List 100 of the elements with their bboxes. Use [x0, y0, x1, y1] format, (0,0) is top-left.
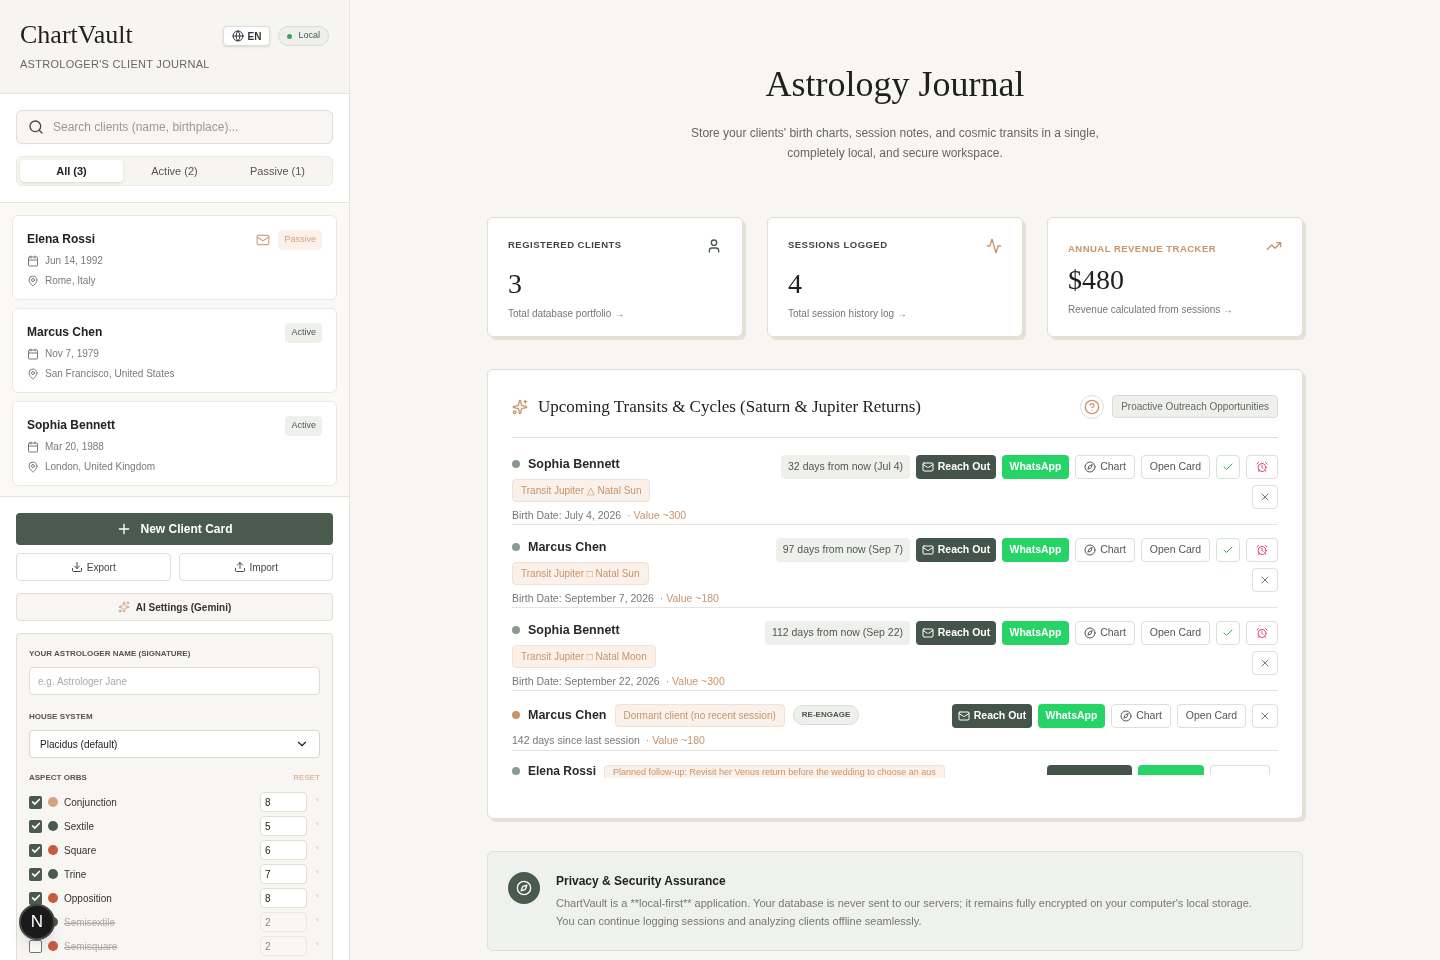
countdown-pill: 97 days from now (Sep 7) — [775, 537, 910, 562]
filter-tab[interactable]: All (3) — [20, 160, 123, 182]
stat-caption: Revenue calculated from sessions → — [1068, 303, 1235, 318]
reach-out-button[interactable]: Reach Out — [916, 620, 996, 645]
open-card-button[interactable]: Open Card — [1177, 703, 1246, 728]
compass-icon — [508, 872, 540, 904]
clipped-button[interactable] — [1138, 764, 1204, 775]
transit-tag: Transit Jupiter □ Natal Moon — [512, 645, 656, 669]
reach-out-button[interactable]: Reach Out — [916, 537, 996, 562]
birth-date: Mar 20, 1988 — [45, 440, 104, 454]
alarm-button[interactable] — [1246, 454, 1278, 479]
stat-value: $480 — [1068, 266, 1125, 295]
house-system-select[interactable]: Placidus (default) — [29, 730, 320, 758]
compass-icon — [1084, 460, 1097, 473]
upload-icon — [233, 561, 246, 573]
filter-tab[interactable]: Active (2) — [123, 160, 226, 182]
storage-badge: Local — [278, 26, 329, 46]
client-card[interactable]: Marcus Chen Nov 7, 1979 San Francisco, United States Active — [12, 308, 337, 393]
search-field[interactable]: Search clients (name, birthplace)... — [16, 110, 333, 144]
aspect-name: Conjunction — [64, 795, 118, 810]
detail-text: Birth Date: September 22, 2026 — [512, 674, 660, 690]
orb-field[interactable]: 5 — [260, 816, 307, 836]
client-name: Elena Rossi — [528, 764, 597, 778]
open-card-button[interactable]: Open Card — [1141, 454, 1210, 479]
orb-checkbox[interactable] — [29, 795, 42, 809]
app-logo: ChartVault — [20, 22, 134, 48]
open-card-button[interactable]: Open Card — [1141, 537, 1210, 562]
birth-date: Jun 14, 1992 — [45, 254, 103, 268]
field-label: ASPECT ORBS — [29, 772, 87, 784]
countdown-pill: 112 days from now (Sep 22) — [764, 620, 910, 645]
orb-field[interactable]: 8 — [260, 888, 307, 908]
stat-caption: Total session history log → — [788, 307, 908, 321]
orb-field[interactable]: 6 — [260, 840, 307, 860]
globe-icon — [231, 30, 244, 42]
search-icon — [28, 119, 44, 135]
compass-icon — [1084, 543, 1097, 556]
alarm-clock-icon — [1256, 626, 1268, 639]
detail-text: Birth Date: September 7, 2026 — [512, 591, 654, 607]
chart-button[interactable]: Chart — [1075, 620, 1135, 645]
export-button[interactable]: Export — [16, 553, 171, 581]
status-badge: Active — [285, 323, 322, 343]
field-label: HOUSE SYSTEM — [29, 711, 94, 723]
compass-icon — [1084, 626, 1097, 639]
chart-button[interactable]: Chart — [1111, 703, 1171, 728]
aspect-name: Semisextile — [64, 915, 117, 930]
clipped-button[interactable] — [1210, 764, 1270, 775]
alarm-button[interactable] — [1246, 620, 1278, 645]
client-card[interactable]: Sophia Bennett Mar 20, 1988 London, United Kingdom Active — [12, 401, 337, 486]
language-button[interactable]: EN — [222, 26, 271, 46]
value-text: · Value ~180 — [659, 591, 719, 607]
client-card[interactable]: Elena Rossi Jun 14, 1992 Rome, Italy Passive — [12, 215, 337, 300]
stat-value: 3 — [508, 270, 523, 298]
orb-checkbox[interactable] — [29, 891, 42, 905]
outreach-badge: Proactive Outreach Opportunities — [1112, 395, 1278, 419]
value-text: · Value ~300 — [665, 674, 725, 690]
ai-settings-button[interactable]: AI Settings (Gemini) — [16, 593, 333, 621]
mail-icon — [957, 709, 970, 722]
chart-button[interactable]: Chart — [1075, 537, 1135, 562]
transit-tag: Planned follow-up: Revisit her Venus return before the wedding to choose an aus — [604, 764, 945, 778]
client-name: Sophia Bennett — [27, 417, 116, 434]
privacy-title: Privacy & Security Assurance — [556, 873, 727, 890]
open-card-button[interactable]: Open Card — [1141, 620, 1210, 645]
reach-out-button[interactable]: Reach Out — [952, 703, 1032, 728]
orb-checkbox[interactable] — [29, 843, 42, 857]
alarm-clock-icon — [1256, 543, 1268, 556]
help-icon — [1084, 398, 1101, 415]
stat-label: REGISTERED CLIENTS — [508, 238, 622, 252]
stat-caption: Total database portfolio → — [508, 307, 626, 321]
filter-tab[interactable]: Passive (1) — [226, 160, 329, 182]
detail-text: 142 days since last session — [512, 732, 640, 748]
panel-title: Upcoming Transits & Cycles (Saturn & Jupiter Returns) — [538, 396, 921, 418]
location-pin-icon — [27, 460, 39, 473]
birth-place: San Francisco, United States — [45, 367, 175, 381]
client-name: Marcus Chen — [27, 324, 104, 341]
client-name: Marcus Chen — [528, 538, 607, 556]
reach-out-button[interactable]: Reach Out — [916, 454, 996, 479]
birth-place: London, United Kingdom — [45, 460, 156, 474]
aspect-name: Trine — [64, 867, 88, 882]
alarm-button[interactable] — [1246, 537, 1278, 562]
orb-checkbox[interactable] — [29, 867, 42, 881]
re-engage-badge: RE-ENGAGE — [792, 705, 860, 725]
clipped-button[interactable] — [1047, 764, 1132, 775]
privacy-text: ChartVault is a **local-first** application. Your database is never sent to our servers; it remains fully encrypted on your computer's local storage. You can continue logging sessions and analyzing clients offline seamlessly. — [556, 896, 1253, 929]
transit-tag: Dormant client (no recent session) — [614, 703, 785, 727]
compass-icon — [1120, 709, 1133, 722]
chart-button[interactable]: Chart — [1075, 454, 1135, 479]
page-intro: Store your clients' birth charts, session notes, and cosmic transits in a single, completely local, and secure workspace. — [690, 125, 1100, 162]
pulse-icon — [986, 238, 1002, 254]
orb-checkbox[interactable] — [29, 819, 42, 833]
new-client-button[interactable]: New Client Card — [16, 513, 333, 545]
name-field[interactable]: e.g. Astrologer Jane — [29, 667, 320, 695]
value-text: · Value ~180 — [645, 732, 705, 748]
sparkle-icon — [512, 398, 528, 415]
calendar-icon — [27, 440, 39, 453]
page-title: Astrology Journal — [765, 63, 1025, 106]
import-button[interactable]: Import — [178, 553, 333, 581]
orb-field[interactable]: 7 — [260, 864, 307, 884]
aspect-name: Semisquare — [64, 939, 119, 954]
orb-field[interactable]: 8 — [260, 792, 307, 812]
orb-checkbox[interactable] — [29, 939, 42, 953]
